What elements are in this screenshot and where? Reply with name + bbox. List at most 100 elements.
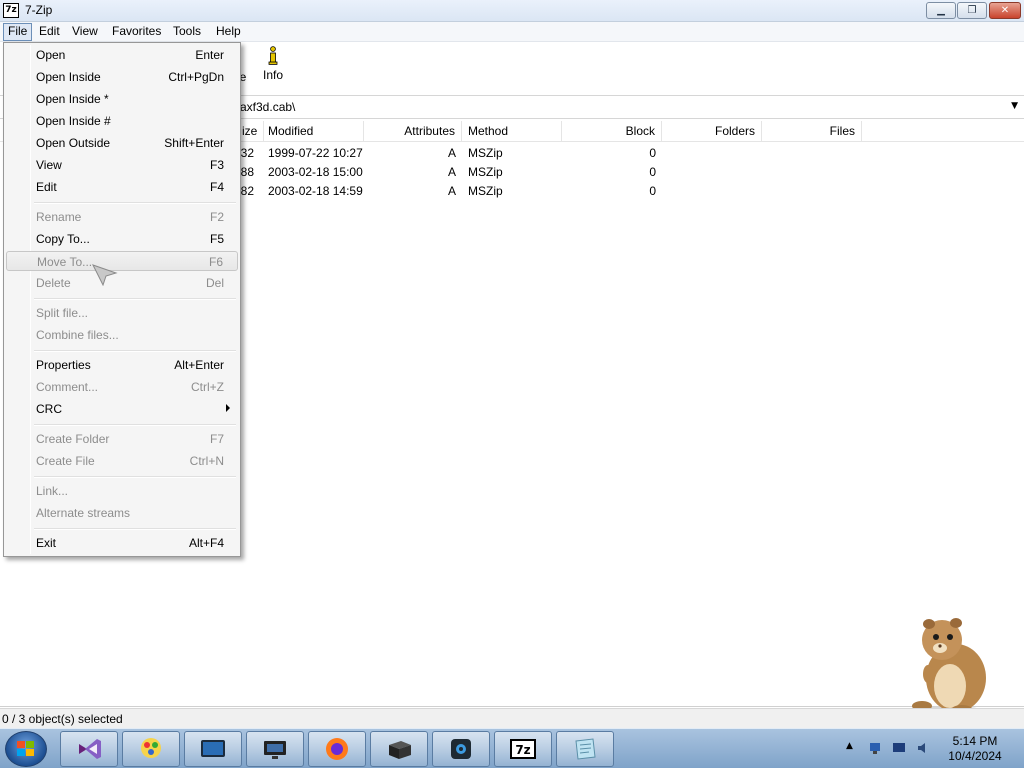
cell-modified: 1999-07-22 10:27	[268, 146, 363, 160]
hamster-mascot	[912, 618, 986, 718]
paint-icon	[141, 738, 161, 758]
chevron-down-icon[interactable]: ▼	[1011, 101, 1018, 111]
menu-item-open[interactable]: Open Enter	[6, 45, 238, 65]
menu-item-open-inside[interactable]: Open Inside Ctrl+PgDn	[6, 67, 238, 87]
taskbar-paint[interactable]	[122, 731, 180, 767]
menu-item-open-inside-hash[interactable]: Open Inside #	[6, 111, 238, 131]
menu-item-copy-to[interactable]: Copy To... F5	[6, 229, 238, 249]
menu-tools[interactable]: Tools	[169, 23, 205, 41]
menu-item-shortcut: Alt+Enter	[174, 358, 224, 372]
system-tray: ▲ 5:14 PM 10/4/2024	[842, 729, 1024, 768]
menu-edit[interactable]: Edit	[35, 23, 64, 41]
menu-item-create-folder: Create Folder F7	[6, 429, 238, 449]
menu-item-move-to[interactable]: Move To... F6	[6, 251, 238, 271]
firefox-icon	[326, 738, 348, 760]
menu-separator	[34, 476, 236, 478]
toolbar-info-label: Info	[262, 68, 283, 82]
cell-modified: 2003-02-18 15:00	[268, 165, 363, 179]
menu-separator	[34, 350, 236, 352]
menu-item-properties[interactable]: Properties Alt+Enter	[6, 355, 238, 375]
tray-expand-icon[interactable]: ▲	[846, 741, 853, 751]
menu-item-label: View	[36, 158, 62, 172]
menu-item-label: Create Folder	[36, 432, 110, 446]
menu-item-shortcut: F5	[209, 232, 224, 246]
column-attributes[interactable]: Attributes	[364, 121, 462, 142]
cell-method: MSZip	[468, 146, 503, 160]
menu-item-rename: Rename F2	[6, 207, 238, 227]
menu-item-shortcut: Shift+Enter	[164, 136, 224, 150]
menu-item-open-inside-star[interactable]: Open Inside *	[6, 89, 238, 109]
menu-item-view[interactable]: View F3	[6, 155, 238, 175]
menu-item-shortcut: F4	[209, 180, 224, 194]
menu-item-label: Copy To...	[36, 232, 90, 246]
column-files[interactable]: Files	[762, 121, 862, 142]
menu-file[interactable]: File	[3, 23, 33, 41]
menu-item-shortcut: Ctrl+Z	[191, 380, 224, 394]
status-bar: 0 / 3 object(s) selected	[0, 708, 1024, 728]
minimize-button[interactable]: ▁	[926, 2, 956, 19]
monitor-icon[interactable]	[892, 741, 906, 755]
remote-desktop-icon	[201, 740, 225, 757]
menu-item-label: Edit	[36, 180, 57, 194]
menu-separator	[34, 424, 236, 426]
taskbar-display[interactable]	[246, 731, 304, 767]
menu-item-label: Open Inside	[36, 70, 101, 84]
menu-view[interactable]: View	[68, 23, 102, 41]
column-folders[interactable]: Folders	[662, 121, 762, 142]
menu-item-exit[interactable]: Exit Alt+F4	[6, 533, 238, 553]
menu-favorites[interactable]: Favorites	[108, 23, 165, 41]
maximize-button[interactable]: ❐	[957, 2, 987, 19]
column-method[interactable]: Method	[462, 121, 562, 142]
notepad-icon	[575, 738, 596, 760]
taskbar-remote-desktop[interactable]	[184, 731, 242, 767]
7zip-icon: 7z	[510, 739, 536, 759]
menu-item-label: Exit	[36, 536, 57, 550]
menu-item-create-file: Create File Ctrl+N	[6, 451, 238, 471]
close-button[interactable]: ✕	[989, 2, 1021, 19]
file-menu-dropdown: Open Enter Open Inside Ctrl+PgDn Open In…	[3, 42, 241, 557]
status-text: 0 / 3 object(s) selected	[2, 712, 123, 726]
network-icon[interactable]	[868, 741, 882, 755]
column-block[interactable]: Block	[562, 121, 662, 142]
menu-item-open-outside[interactable]: Open Outside Shift+Enter	[6, 133, 238, 153]
menu-item-label: Link...	[36, 484, 69, 498]
taskbar-firefox[interactable]	[308, 731, 366, 767]
menu-item-label: Open Inside *	[36, 92, 109, 106]
taskbar-7zip[interactable]: 7z	[494, 731, 552, 767]
menu-item-crc[interactable]: CRC	[6, 399, 238, 419]
menu-item-label: Split file...	[36, 306, 89, 320]
cell-method: MSZip	[468, 184, 503, 198]
gear-box-icon	[451, 739, 471, 759]
cell-block: 0	[649, 184, 656, 198]
menu-item-label: Delete	[36, 276, 71, 290]
menu-item-shortcut: F3	[209, 158, 224, 172]
cell-block: 0	[649, 146, 656, 160]
taskbar-notepad[interactable]	[556, 731, 614, 767]
taskbar-gear-box[interactable]	[432, 731, 490, 767]
column-modified[interactable]: Modified	[262, 121, 364, 142]
menu-item-label: CRC	[36, 402, 62, 416]
menu-item-label: Properties	[36, 358, 91, 372]
volume-icon[interactable]	[916, 741, 930, 755]
menu-item-label: Create File	[36, 454, 95, 468]
box-icon	[389, 741, 411, 759]
menu-item-link: Link...	[6, 481, 238, 501]
toolbar-info-button[interactable]: Info	[258, 46, 288, 82]
7zip-app-icon[interactable]: 7z	[3, 3, 19, 18]
cell-attributes: A	[447, 165, 456, 179]
info-icon	[268, 46, 278, 65]
menu-item-label: Rename	[36, 210, 82, 224]
cell-attributes: A	[447, 146, 456, 160]
cell-method: MSZip	[468, 165, 503, 179]
windows-logo-icon	[17, 741, 34, 756]
start-button[interactable]	[5, 731, 47, 767]
taskbar-box-app[interactable]	[370, 731, 428, 767]
menu-item-label: Comment...	[36, 380, 99, 394]
menu-separator	[34, 202, 236, 204]
menu-item-edit[interactable]: Edit F4	[6, 177, 238, 197]
menu-item-split-file: Split file...	[6, 303, 238, 323]
taskbar-visual-studio[interactable]	[60, 731, 118, 767]
menu-item-label: Open Outside	[36, 136, 111, 150]
menu-help[interactable]: Help	[212, 23, 245, 41]
clock[interactable]: 5:14 PM 10/4/2024	[944, 734, 1006, 764]
